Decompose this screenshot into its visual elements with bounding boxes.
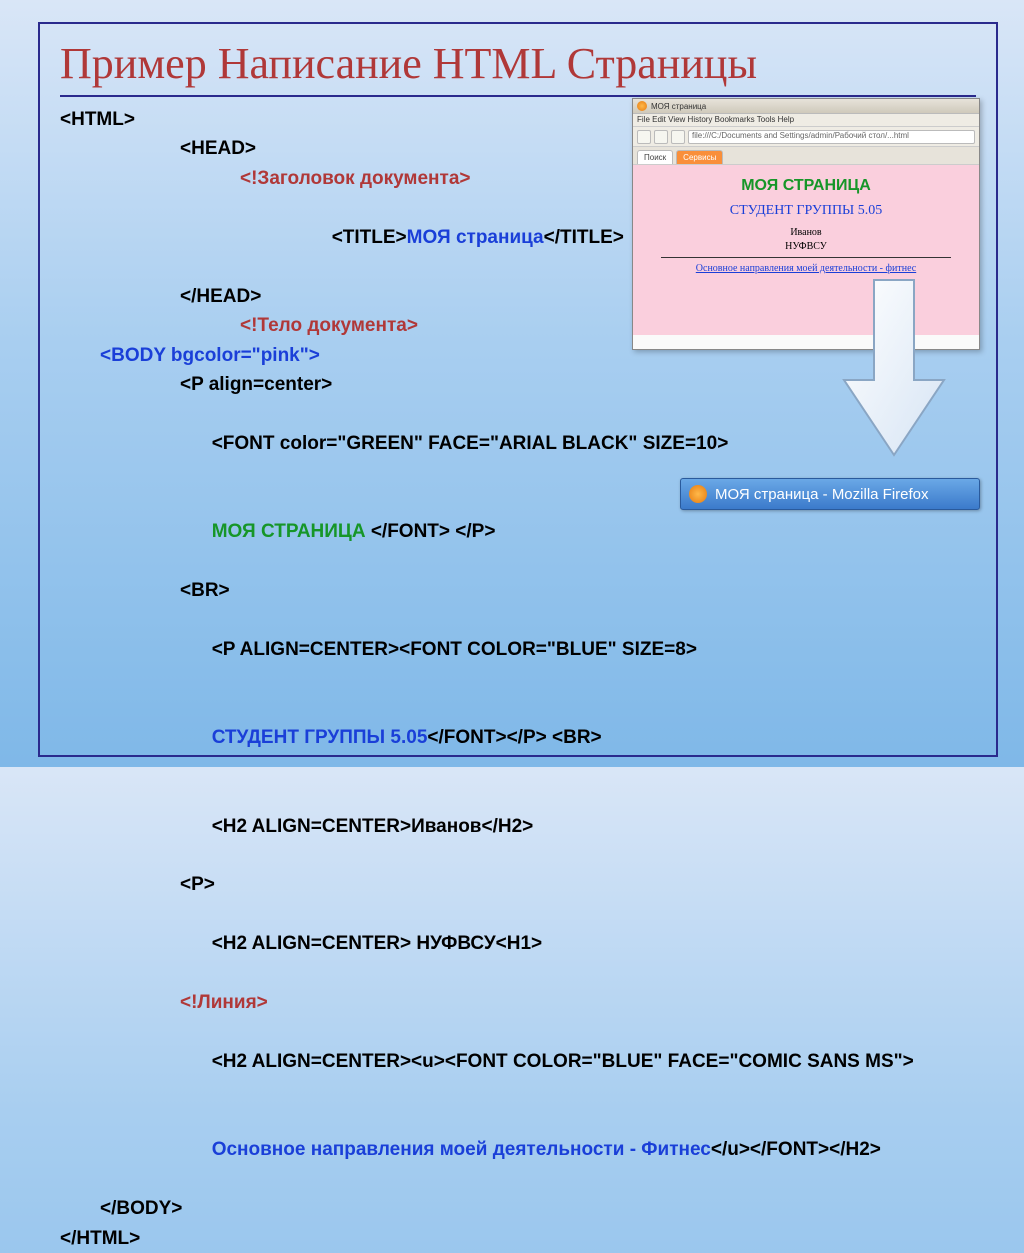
taskbar-button-label: МОЯ страница - Mozilla Firefox [715, 486, 929, 503]
code-tag: <H2 ALIGN=CENTER> [212, 933, 417, 954]
code-tag: SIZE=10> [637, 433, 728, 454]
code-text: МОЯ страница [407, 227, 544, 248]
slide-title: Пример Написание HTML Страницы [60, 38, 976, 97]
code-comment: <!Линия> [180, 992, 268, 1013]
code-text: НУФВСУ [416, 933, 495, 954]
code-tag: <BR> [552, 727, 602, 748]
code-tag: </TITLE> [544, 227, 624, 248]
code-line: <BR> [180, 580, 230, 601]
code-tag: <H2 ALIGN=CENTER><u><FONT COLOR= [212, 1051, 593, 1072]
browser-titlebar: МОЯ страница [633, 99, 979, 114]
code-tag: <H1> [496, 933, 542, 954]
code-line: <P> [180, 874, 215, 895]
code-tag: <P ALIGN=CENTER><FONT COLOR= [212, 639, 547, 660]
code-tag: </H2> [481, 816, 533, 837]
back-icon [637, 130, 651, 144]
code-comment: <!Заголовок документа> [240, 168, 471, 189]
code-tag: <FONT color="GREEN" FACE= [212, 433, 490, 454]
page-subheading: СТУДЕНТ ГРУППЫ 5.05 [637, 203, 975, 219]
page-heading: МОЯ СТРАНИЦА [637, 177, 975, 195]
page-text: НУФВСУ [637, 241, 975, 252]
code-text: "ARIAL BLACK" [490, 433, 638, 454]
browser-window-title: МОЯ страница [651, 102, 706, 111]
page-hr [661, 257, 951, 258]
taskbar-button[interactable]: МОЯ страница - Mozilla Firefox [680, 478, 980, 510]
code-text: Основное направления моей деятельности -… [212, 1139, 711, 1160]
reload-icon [671, 130, 685, 144]
code-text: Иванов [411, 816, 481, 837]
code-text: МОЯ СТРАНИЦА [212, 521, 366, 542]
code-text: "BLUE" [547, 639, 617, 660]
code-line: </HEAD> [180, 286, 261, 307]
code-tag: FACE="COMIC SANS MS"> [662, 1051, 913, 1072]
code-tag: </u></FONT></H2> [711, 1139, 881, 1160]
code-tag: <H2 ALIGN=CENTER> [212, 816, 411, 837]
browser-menu: File Edit View History Bookmarks Tools H… [633, 114, 979, 127]
code-tag: </FONT> </P> [366, 521, 496, 542]
code-text: СТУДЕНТ ГРУППЫ 5.05 [212, 727, 428, 748]
firefox-icon [689, 485, 707, 503]
browser-tab: Поиск [637, 150, 673, 164]
code-comment: <!Тело документа> [240, 315, 418, 336]
code-line: <HEAD> [180, 138, 256, 159]
browser-tab: Сервисы [676, 150, 723, 164]
forward-icon [654, 130, 668, 144]
code-tag: </FONT></P> [427, 727, 546, 748]
firefox-icon [637, 101, 647, 111]
code-line: <BODY bgcolor="pink"> [100, 345, 320, 366]
code-tag: SIZE=8> [617, 639, 697, 660]
page-text: Иванов [637, 227, 975, 238]
code-line: </BODY> [100, 1198, 182, 1219]
code-text: "BLUE" [593, 1051, 663, 1072]
code-line: <HTML> [60, 109, 135, 130]
code-tag: <TITLE> [332, 227, 407, 248]
browser-toolbar: file:///C:/Documents and Settings/admin/… [633, 127, 979, 147]
code-line: </HTML> [60, 1228, 140, 1249]
arrow-icon [834, 270, 954, 460]
browser-tabs: Поиск Сервисы [633, 147, 979, 165]
code-line: <P align=center> [180, 374, 332, 395]
address-bar: file:///C:/Documents and Settings/admin/… [688, 130, 975, 144]
